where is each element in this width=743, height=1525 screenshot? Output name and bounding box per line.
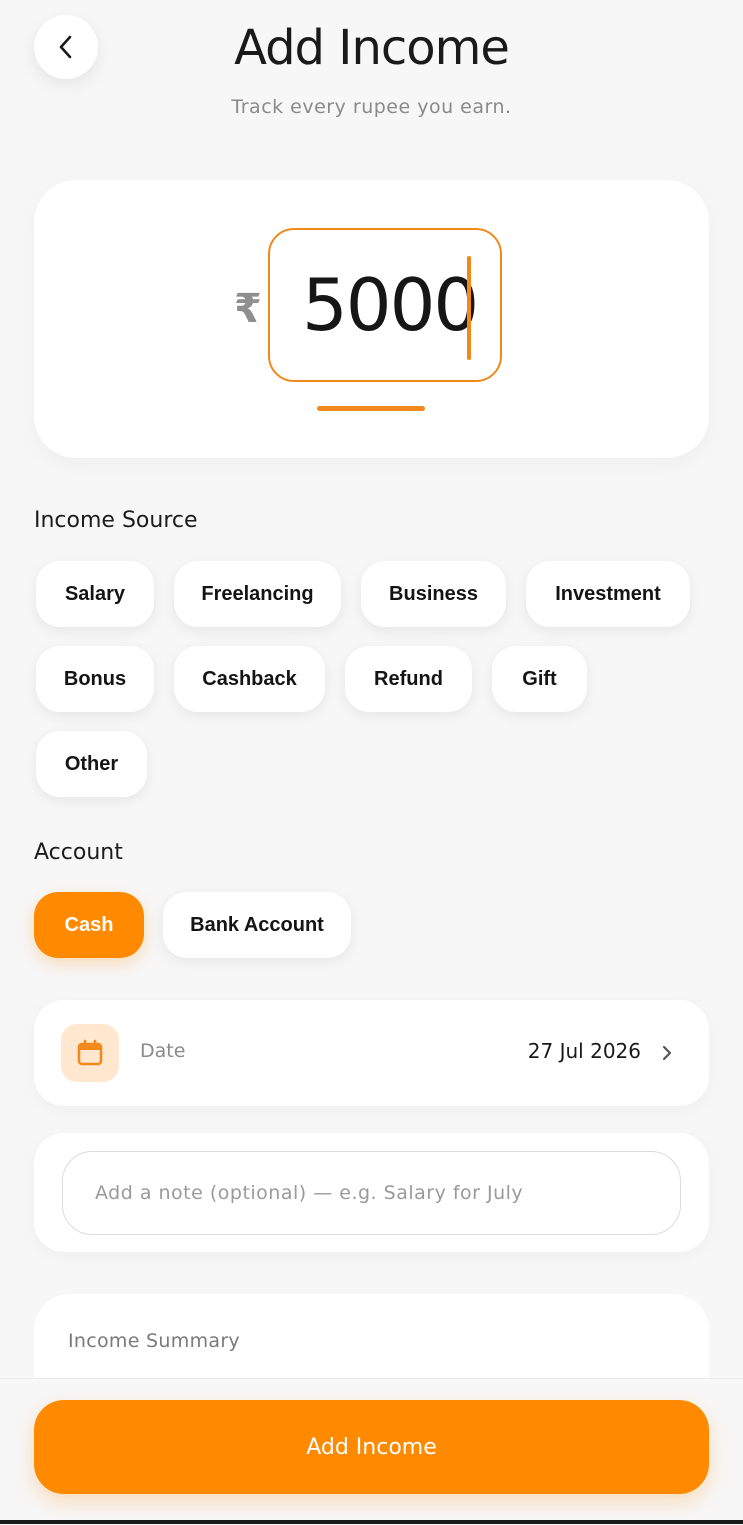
note-card [34,1133,709,1252]
chip-refund[interactable]: Refund [345,646,472,712]
amount-underline [317,406,425,411]
chip-bonus[interactable]: Bonus [36,646,154,712]
chip-gift[interactable]: Gift [492,646,587,712]
chip-cash[interactable]: Cash [34,892,144,958]
date-row[interactable]: Date 27 Jul 2026 [34,1000,709,1106]
note-input[interactable] [62,1151,681,1235]
footer-bar: Add Income [0,1378,743,1525]
income-summary-title: Income Summary [68,1330,240,1352]
date-value: 27 Jul 2026 [527,1039,641,1063]
page-subtitle: Track every rupee you earn. [231,96,512,118]
account-label: Account [34,840,123,865]
amount-card: ₹ 5000 [34,180,709,458]
chip-salary[interactable]: Salary [36,561,154,627]
chevron-right-icon [662,1045,672,1061]
date-icon-container [61,1024,119,1082]
calendar-icon [77,1039,103,1066]
date-label: Date [140,1040,186,1062]
screen-bottom-edge [0,1520,743,1524]
chip-bank-account[interactable]: Bank Account [163,892,351,958]
currency-symbol: ₹ [234,286,262,332]
chip-investment[interactable]: Investment [526,561,690,627]
page-title: Add Income [234,20,510,76]
header: Add Income Track every rupee you earn. [0,0,743,160]
text-caret [467,256,471,360]
chip-freelancing[interactable]: Freelancing [174,561,341,627]
chip-cashback[interactable]: Cashback [174,646,325,712]
amount-input[interactable]: 5000 [268,228,502,382]
amount-value: 5000 [302,263,479,347]
add-income-button[interactable]: Add Income [34,1400,709,1494]
chip-business[interactable]: Business [361,561,506,627]
income-source-label: Income Source [34,508,198,533]
chip-other[interactable]: Other [36,731,147,797]
